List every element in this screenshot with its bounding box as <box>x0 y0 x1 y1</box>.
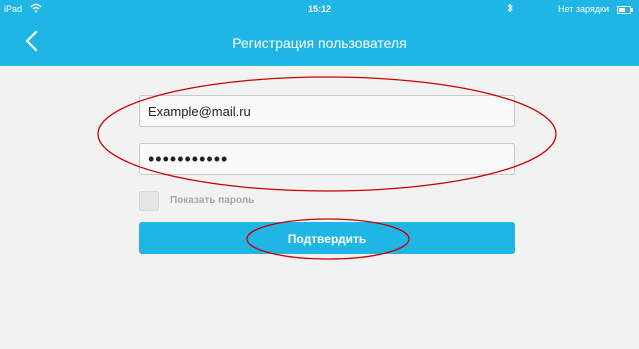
show-password-label: Показать пароль <box>170 195 255 206</box>
email-input[interactable] <box>148 96 508 126</box>
submit-button-label: Подтвердить <box>287 232 367 246</box>
show-password-checkbox[interactable] <box>139 191 159 211</box>
page-title: Регистрация пользователя <box>232 35 407 51</box>
status-time: 15:12 <box>307 4 332 14</box>
submit-button[interactable]: Подтвердить <box>139 222 515 254</box>
password-input[interactable] <box>148 144 508 174</box>
status-bar: iPad 15:12 Нет зарядки <box>0 0 639 20</box>
battery-status-text: Нет зарядки <box>558 4 609 14</box>
top-bar: iPad 15:12 Нет зарядки Регистрация польз… <box>0 0 639 66</box>
navigation-bar: Регистрация пользователя <box>0 20 639 66</box>
battery-icon <box>617 6 633 14</box>
bluetooth-icon <box>507 3 513 13</box>
password-field[interactable] <box>139 143 515 175</box>
email-field[interactable] <box>139 95 515 127</box>
app-screen: iPad 15:12 Нет зарядки Регистрация польз… <box>0 0 639 349</box>
